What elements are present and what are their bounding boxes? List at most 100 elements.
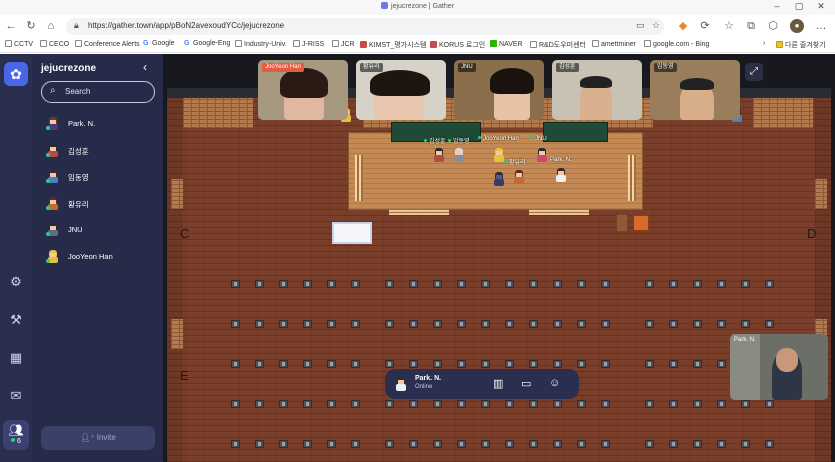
map-avatar[interactable]: [513, 170, 525, 186]
bookmark-item[interactable]: Industry-Univ.: [235, 40, 287, 48]
map-avatar[interactable]: [536, 148, 548, 164]
chevron-right-icon[interactable]: ›: [763, 40, 765, 47]
bookmark-item[interactable]: J-RISS: [293, 40, 324, 48]
bookmark-item[interactable]: G Google: [143, 40, 175, 47]
map-avatar[interactable]: [433, 148, 445, 164]
video-tile-name: 김성훈: [556, 63, 579, 72]
minimize-icon[interactable]: –: [770, 1, 784, 11]
home-icon[interactable]: ⌂: [44, 19, 58, 33]
self-video-tile[interactable]: Park. N.: [730, 334, 828, 400]
profile-avatar[interactable]: ●: [790, 19, 804, 33]
participant-avatar: [46, 169, 60, 185]
video-tile[interactable]: 김성훈: [552, 60, 642, 120]
reload-icon[interactable]: ↻: [24, 19, 38, 33]
chair: [303, 400, 312, 408]
chair: [765, 400, 774, 408]
other-bookmarks[interactable]: 다른 즐겨찾기: [776, 40, 826, 50]
chair: [693, 400, 702, 408]
bookmark-item[interactable]: Conference Alerts: [75, 40, 140, 48]
chair: [327, 320, 336, 328]
collections-icon[interactable]: ⧉: [744, 19, 758, 33]
chair: [457, 280, 466, 288]
emote-icon[interactable]: ☺: [549, 377, 560, 389]
url-text: https://gather.town/app/pBoN2avexoudYCc/…: [88, 21, 285, 30]
video-tile[interactable]: 임동영: [650, 60, 740, 120]
map-avatar[interactable]: [493, 148, 505, 164]
participant-avatar: [46, 249, 60, 265]
collapse-chevron-left-icon[interactable]: ‹: [143, 60, 147, 74]
refresh-ext-icon[interactable]: ⟳: [698, 19, 712, 33]
map-avatar-self[interactable]: [555, 168, 567, 184]
screen-share-icon[interactable]: ▭: [521, 377, 531, 390]
close-icon[interactable]: ✕: [814, 1, 828, 12]
build-hammer-icon[interactable]: ⚒: [0, 312, 32, 328]
chair: [741, 280, 750, 288]
avatar-name-tag: JooYeon Han: [478, 136, 519, 142]
bookmark-item[interactable]: NAVER: [490, 40, 523, 48]
chair: [553, 320, 562, 328]
chair: [577, 360, 586, 368]
chair: [279, 360, 288, 368]
bookmark-item[interactable]: KORUS 로그인: [430, 40, 485, 50]
bookmark-item[interactable]: google.com - Bing: [644, 40, 709, 48]
avatar-name-tag: JNU: [530, 136, 547, 142]
bookmark-item[interactable]: JCR: [332, 40, 355, 48]
chair: [765, 440, 774, 448]
bookmark-item[interactable]: CECO: [40, 40, 69, 48]
chat-icon[interactable]: ✉: [0, 388, 32, 404]
back-icon[interactable]: ←: [4, 19, 18, 33]
camera-icon[interactable]: ▭: [636, 20, 645, 31]
chair: [351, 400, 360, 408]
chair: [741, 400, 750, 408]
chair: [255, 320, 264, 328]
extensions-icon[interactable]: ⬡: [766, 19, 780, 33]
star-icon[interactable]: ☆: [652, 20, 660, 31]
maximize-icon[interactable]: ▢: [792, 1, 806, 12]
map-icon[interactable]: ▥: [493, 377, 503, 390]
self-avatar[interactable]: [394, 376, 408, 392]
more-icon[interactable]: …: [814, 19, 828, 33]
chair: [601, 400, 610, 408]
chair: [433, 360, 442, 368]
extension-icon[interactable]: ◆: [676, 19, 690, 33]
bookmark-item[interactable]: G Google-Eng: [184, 40, 230, 47]
stage-steps: [529, 209, 589, 215]
map-avatar[interactable]: [493, 172, 505, 188]
gather-logo-icon[interactable]: ✿: [4, 62, 28, 86]
chair: [765, 320, 774, 328]
chair: [279, 320, 288, 328]
chair: [765, 280, 774, 288]
map-avatar[interactable]: [453, 148, 465, 164]
chair: [577, 400, 586, 408]
space-name: jejucrezone: [41, 63, 97, 74]
video-tile[interactable]: JNU: [454, 60, 544, 120]
gather-app: ✿ ⚙ ⚒ ▦ ✉ 👥︎ 6 jejucrezone ‹ ⌕ Search Pa…: [0, 54, 835, 462]
self-name: Park. N.: [415, 375, 442, 382]
bookmark-item[interactable]: KIMST_평가시스템: [360, 40, 426, 50]
address-bar[interactable]: 🔒︎ https://gather.town/app/pBoN2avexoudY…: [66, 18, 664, 35]
gather-favicon-icon: [381, 2, 389, 9]
video-tile[interactable]: 황유리: [356, 60, 446, 120]
search-input[interactable]: ⌕ Search: [41, 81, 155, 103]
whiteboard-object[interactable]: [332, 222, 372, 244]
expand-icon[interactable]: ⤢: [745, 63, 763, 81]
participants-button[interactable]: 👥︎ 6: [3, 420, 29, 450]
settings-gear-icon[interactable]: ⚙: [0, 274, 32, 290]
calendar-icon[interactable]: ▦: [0, 350, 32, 366]
bookmark-item[interactable]: amettminer: [592, 40, 636, 48]
chair: [279, 400, 288, 408]
chair: [255, 280, 264, 288]
game-map[interactable]: 김성훈 임동영 JooYeon Han JNU 황유리 Park. N. C D…: [163, 54, 835, 462]
bookmark-item[interactable]: CCTV: [5, 40, 33, 48]
chair: [741, 320, 750, 328]
chair: [505, 320, 514, 328]
favorites-icon[interactable]: ☆: [722, 19, 736, 33]
megaphone-object[interactable]: [633, 215, 649, 231]
bookmark-item[interactable]: R&D도우미센터: [530, 40, 586, 50]
stage-railing: [355, 155, 363, 201]
chair: [505, 360, 514, 368]
video-tile[interactable]: JooYeon Han: [258, 60, 348, 120]
chair: [669, 400, 678, 408]
avatar-name-tag: 임동영: [448, 136, 470, 145]
invite-button[interactable]: 👤︎⁺ Invite: [41, 426, 155, 450]
